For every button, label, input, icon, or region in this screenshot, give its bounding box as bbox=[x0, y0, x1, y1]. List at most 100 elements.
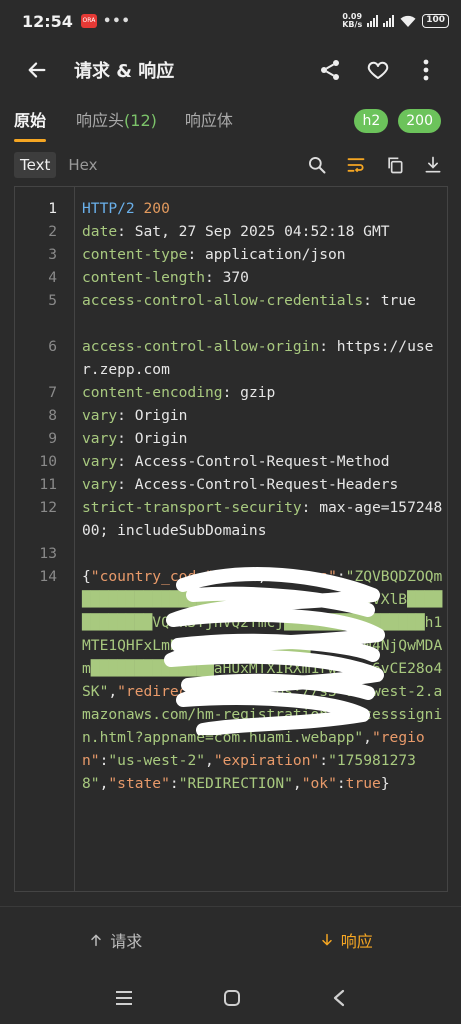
more-notifications-icon: ••• bbox=[102, 13, 131, 29]
code-token: vary bbox=[82, 453, 118, 470]
network-speed-unit: KB/s bbox=[342, 20, 363, 29]
line-content: vary: Origin bbox=[82, 427, 444, 450]
code-token: : gzip bbox=[222, 384, 276, 401]
code-token: } bbox=[380, 775, 390, 792]
back-nav-icon[interactable] bbox=[332, 989, 346, 1007]
code-token: : bbox=[319, 752, 329, 769]
code-token: , bbox=[108, 683, 118, 700]
code-token: strict-transport-security bbox=[82, 499, 302, 516]
tab-body[interactable]: 响应体 bbox=[185, 100, 233, 142]
line-number: 10 bbox=[39, 453, 57, 470]
line-content: vary: Access-Control-Request-Method bbox=[82, 450, 444, 473]
code-token: : Access-Control-Request-Method bbox=[117, 453, 390, 470]
wrap-lines-icon[interactable] bbox=[345, 155, 367, 175]
code-token: : bbox=[336, 775, 346, 792]
hex-view-toggle[interactable]: Hex bbox=[62, 152, 103, 178]
favorite-button[interactable] bbox=[363, 55, 393, 85]
line-number: 13 bbox=[39, 545, 57, 562]
code-token: "ok" bbox=[301, 775, 337, 792]
more-options-button[interactable] bbox=[411, 55, 441, 85]
line-number: 1 bbox=[48, 200, 57, 217]
arrow-up-icon bbox=[91, 934, 101, 946]
code-token: : Sat, 27 Sep 2025 04:52:18 GMT bbox=[117, 223, 390, 240]
code-token: { bbox=[82, 568, 91, 585]
line-content: HTTP/2 200 bbox=[82, 197, 444, 220]
line-number: 12 bbox=[39, 499, 57, 516]
app-bar: 请求 & 响应 bbox=[0, 42, 461, 98]
arrow-left-icon bbox=[28, 62, 46, 78]
signal-icon bbox=[383, 15, 395, 27]
heart-icon bbox=[367, 61, 389, 79]
arrow-down-icon bbox=[322, 933, 332, 945]
line-number: 7 bbox=[48, 384, 57, 401]
code-token: , bbox=[363, 729, 372, 746]
code-token: : Access-Control-Request-Headers bbox=[117, 476, 399, 493]
tab-headers[interactable]: 响应头(12) bbox=[76, 100, 157, 142]
code-token: access-control-allow-origin bbox=[82, 338, 320, 355]
text-view-toggle[interactable]: Text bbox=[14, 152, 57, 178]
line-content: content-type: application/json bbox=[82, 243, 444, 266]
code-token: HTTP/2 bbox=[82, 200, 144, 217]
code-token: : true bbox=[363, 292, 416, 309]
tab-raw[interactable]: 原始 bbox=[14, 100, 47, 142]
code-viewer[interactable]: 1 HTTP/2 200 2 date: Sat, 27 Sep 2025 04:52… bbox=[14, 186, 448, 892]
code-token: content-length bbox=[82, 269, 206, 286]
share-icon bbox=[321, 60, 339, 80]
status-bar: 12:54 ORA ••• 0.09 KB/s 100 bbox=[0, 0, 461, 42]
line-content: access-control-allow-origin: https://use… bbox=[82, 335, 444, 381]
code-token: : 370 bbox=[205, 269, 249, 286]
line-number: 6 bbox=[48, 338, 57, 355]
code-token: "ZQVBQDZOQm█████████████████AYT1adU9DTmV… bbox=[82, 568, 443, 700]
wifi-icon bbox=[400, 15, 416, 27]
search-icon[interactable] bbox=[307, 155, 327, 175]
signal-icon bbox=[367, 15, 379, 27]
line-number: 3 bbox=[48, 246, 57, 263]
line-number: 5 bbox=[48, 292, 57, 309]
copy-icon[interactable] bbox=[385, 155, 405, 175]
code-token: "expiration" bbox=[213, 752, 320, 769]
line-content: {"country_code":"CN","access":"ZQVBQDZOQ… bbox=[82, 565, 444, 795]
line-number: 4 bbox=[48, 269, 57, 286]
code-token: vary bbox=[82, 407, 118, 424]
bottom-bar: 请求 响应 bbox=[0, 906, 461, 972]
code-token: "state" bbox=[108, 775, 170, 792]
system-nav-bar bbox=[0, 972, 461, 1024]
home-icon[interactable] bbox=[223, 989, 241, 1007]
code-token: access-control-allow-credentials bbox=[82, 292, 364, 309]
code-token: 200 bbox=[143, 200, 170, 217]
line-content: access-control-allow-credentials: true bbox=[82, 289, 444, 312]
back-button[interactable] bbox=[22, 55, 52, 85]
protocol-badge: h2 bbox=[354, 109, 389, 133]
code-token: : Origin bbox=[117, 430, 188, 447]
status-badge: 200 bbox=[398, 109, 441, 133]
status-time: 12:54 bbox=[22, 11, 73, 31]
request-button[interactable]: 请求 bbox=[0, 928, 231, 952]
view-toolbar: Text Hex bbox=[0, 148, 461, 182]
code-token: vary bbox=[82, 430, 118, 447]
tab-bar: 原始 响应头(12) 响应体 h2 200 bbox=[0, 100, 461, 142]
menu-icon[interactable] bbox=[115, 990, 133, 1006]
code-token: : bbox=[336, 568, 346, 585]
code-token: content-encoding bbox=[82, 384, 223, 401]
code-token: true bbox=[345, 775, 381, 792]
code-token: content-type bbox=[82, 246, 188, 263]
response-button[interactable]: 响应 bbox=[231, 928, 461, 952]
line-number: 14 bbox=[39, 568, 57, 585]
more-vertical-icon bbox=[423, 59, 429, 81]
page-title: 请求 & 响应 bbox=[74, 61, 175, 82]
line-number: 11 bbox=[39, 476, 57, 493]
status-indicators: 0.09 KB/s 100 bbox=[342, 13, 449, 29]
code-token: , bbox=[205, 752, 214, 769]
code-token: : application/json bbox=[187, 246, 346, 263]
code-token: : bbox=[231, 683, 241, 700]
code-token: "REDIRECTION" bbox=[178, 775, 293, 792]
share-button[interactable] bbox=[315, 55, 345, 85]
line-content: vary: Origin bbox=[82, 404, 444, 427]
code-token: vary bbox=[82, 476, 118, 493]
download-icon[interactable] bbox=[423, 155, 443, 175]
tab-headers-label: 响应头 bbox=[76, 111, 125, 130]
code-token: : bbox=[169, 775, 179, 792]
line-content: vary: Access-Control-Request-Headers bbox=[82, 473, 444, 496]
line-number: 8 bbox=[48, 407, 57, 424]
request-label: 请求 bbox=[110, 931, 143, 951]
